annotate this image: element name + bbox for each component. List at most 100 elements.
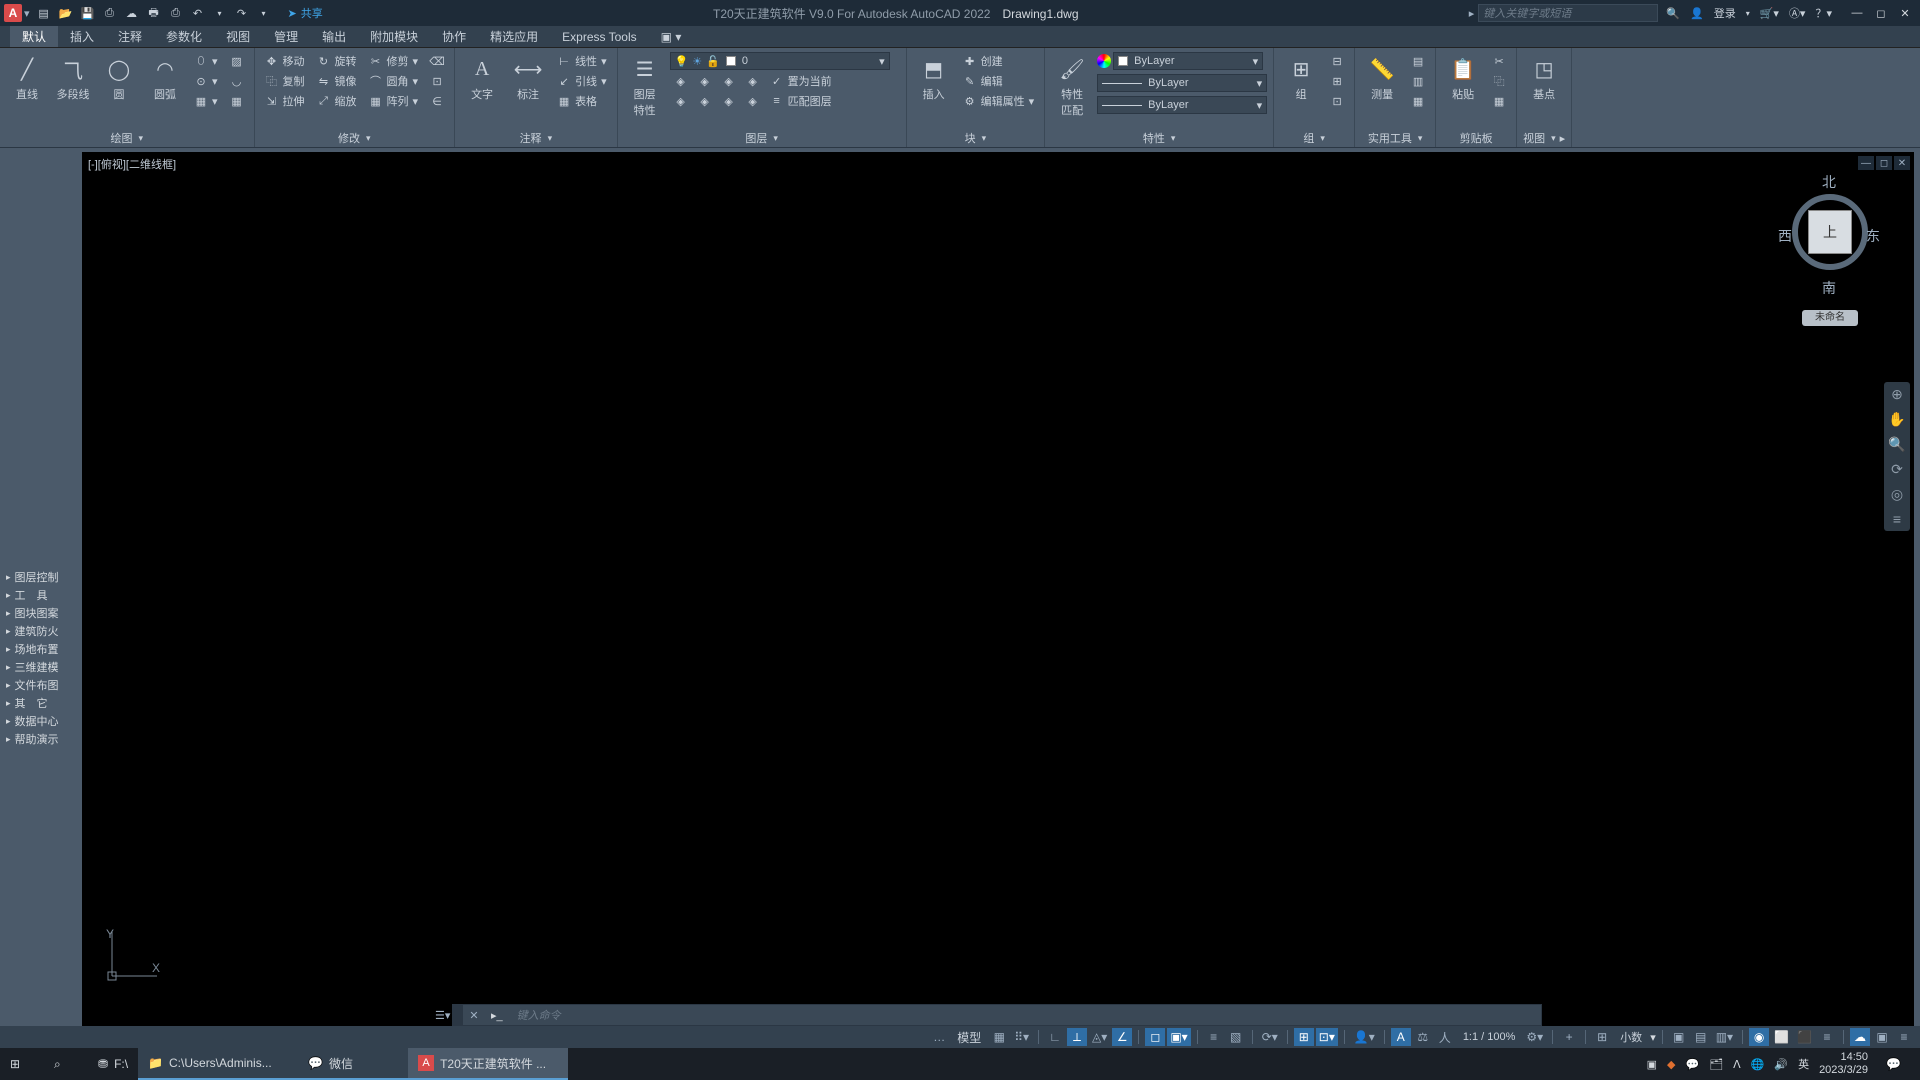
tab-collab[interactable]: 协作: [430, 26, 478, 47]
tree-layer-control[interactable]: 图层控制: [2, 568, 80, 586]
util-2[interactable]: ▥: [1407, 72, 1429, 90]
array-button[interactable]: ▦阵列 ▾: [365, 92, 423, 110]
wechat-task[interactable]: 💬微信: [298, 1048, 408, 1080]
mod-x1[interactable]: ⌫: [426, 52, 448, 70]
cart-icon[interactable]: 🛒▾: [1760, 7, 1779, 20]
status-plus[interactable]: +: [1559, 1028, 1579, 1046]
grp-2[interactable]: ⊞: [1326, 72, 1348, 90]
cmd-close-icon[interactable]: ✕: [463, 1009, 485, 1022]
zoom-icon[interactable]: 🔍: [1888, 436, 1905, 453]
status-model[interactable]: 模型: [951, 1028, 987, 1046]
cmd-recent-icon[interactable]: ☰▾: [435, 1009, 450, 1022]
linetype-combo[interactable]: ByLayer▾: [1097, 96, 1267, 114]
tab-manage[interactable]: 管理: [262, 26, 310, 47]
status-qs3[interactable]: ▥▾: [1713, 1028, 1736, 1046]
status-ws2[interactable]: ⬛: [1794, 1028, 1815, 1046]
command-line[interactable]: ☰▾ ✕ ▸_ 键入命令: [452, 1004, 1542, 1026]
tray-bat-icon[interactable]: 🗂: [1709, 1058, 1723, 1071]
rotate-button[interactable]: ↻旋转: [313, 52, 361, 70]
color-combo[interactable]: ByLayer▾: [1113, 52, 1263, 70]
tab-annotate[interactable]: 注释: [106, 26, 154, 47]
group-button[interactable]: ⊞组: [1280, 50, 1322, 102]
tab-parametric[interactable]: 参数化: [154, 26, 214, 47]
new-icon[interactable]: ▤: [34, 3, 54, 23]
drive-task[interactable]: ⛃F:\: [88, 1048, 138, 1080]
status-custom[interactable]: ▣: [1872, 1028, 1892, 1046]
fillet-button[interactable]: ⌒圆角 ▾: [365, 72, 423, 90]
grp-1[interactable]: ⊟: [1326, 52, 1348, 70]
tree-sheet[interactable]: 文件布图: [2, 676, 80, 694]
layer-s4[interactable]: ◈: [742, 72, 764, 90]
drawing-viewport[interactable]: [-][俯视][二维线框] — ◻ ✕ YX 北 南 东 西 上 未命名 ⊕ ✋…: [82, 152, 1914, 1036]
status-scale2[interactable]: ⚖: [1413, 1028, 1433, 1046]
draw-misc1[interactable]: ⬯▾: [190, 52, 222, 70]
vp-minimize[interactable]: —: [1858, 156, 1874, 170]
tab-addins[interactable]: 附加模块: [358, 26, 430, 47]
layer-s2[interactable]: ◈: [694, 72, 716, 90]
status-hw[interactable]: ◉: [1749, 1028, 1769, 1046]
tab-default[interactable]: 默认: [10, 26, 58, 47]
layerprops-button[interactable]: ☰图层 特性: [624, 50, 666, 118]
mod-x2[interactable]: ⊡: [426, 72, 448, 90]
taskbar-clock[interactable]: 14:50 2023/3/29: [1819, 1051, 1876, 1077]
notif-button[interactable]: 💬: [1876, 1048, 1920, 1080]
draw-misc3[interactable]: ▦▾: [190, 92, 222, 110]
draw-misc4[interactable]: ▨: [226, 52, 248, 70]
layer-combo[interactable]: 💡 ☀ 🔓 0 ▾: [670, 52, 890, 70]
copy-button[interactable]: ⿻复制: [261, 72, 309, 90]
status-trans[interactable]: ▧: [1226, 1028, 1246, 1046]
move-button[interactable]: ✥移动: [261, 52, 309, 70]
util-1[interactable]: ▤: [1407, 52, 1429, 70]
tree-fire[interactable]: 建筑防火: [2, 622, 80, 640]
status-polar[interactable]: ⟂: [1067, 1028, 1087, 1046]
status-more[interactable]: …: [929, 1028, 949, 1046]
draw-misc5[interactable]: ◡: [226, 72, 248, 90]
clip-1[interactable]: ✂: [1488, 52, 1510, 70]
linetype-button[interactable]: ⊢线性 ▾: [553, 52, 611, 70]
start-button[interactable]: ⊞: [0, 1048, 44, 1080]
status-ann2[interactable]: ⊡▾: [1316, 1028, 1338, 1046]
status-otrack[interactable]: ∠: [1112, 1028, 1132, 1046]
text-button[interactable]: A文字: [461, 50, 503, 102]
tab-output[interactable]: 输出: [310, 26, 358, 47]
app-menu-arrow[interactable]: ▾: [24, 7, 30, 20]
autocad-task[interactable]: AT20天正建筑软件 ...: [408, 1048, 568, 1080]
search-icon[interactable]: 🔍: [1666, 7, 1680, 20]
pan-icon[interactable]: ✋: [1888, 411, 1905, 428]
layer-s5[interactable]: ◈: [670, 92, 692, 110]
status-snap[interactable]: ⠿▾: [1011, 1028, 1032, 1046]
print-icon[interactable]: ⎙: [166, 3, 186, 23]
status-ortho[interactable]: ∟: [1045, 1028, 1065, 1046]
tree-site[interactable]: 场地布置: [2, 640, 80, 658]
match-layer-button[interactable]: ≡匹配图层: [766, 92, 836, 110]
login-label[interactable]: 登录: [1714, 5, 1736, 21]
status-qs2[interactable]: ▤: [1691, 1028, 1711, 1046]
close-button[interactable]: ✕: [1894, 2, 1916, 24]
status-gear-icon[interactable]: ⚙▾: [1523, 1028, 1546, 1046]
open-icon[interactable]: 📂: [56, 3, 76, 23]
create-block-button[interactable]: ✚创建: [959, 52, 1039, 70]
insert-button[interactable]: ⬒插入: [913, 50, 955, 102]
orbit-icon[interactable]: ⟳: [1891, 461, 1903, 478]
circle-button[interactable]: ◯圆: [98, 50, 140, 102]
status-lwt[interactable]: ≡: [1204, 1028, 1224, 1046]
web-icon[interactable]: ☁: [122, 3, 142, 23]
help-icon[interactable]: ？▾: [1815, 5, 1832, 21]
arc-button[interactable]: ◠圆弧: [144, 50, 186, 102]
polyline-button[interactable]: ⺄多段线: [52, 50, 94, 102]
tab-extra[interactable]: ▣ ▾: [649, 26, 694, 47]
plot-icon[interactable]: 🖶: [144, 3, 164, 23]
tree-data[interactable]: 数据中心: [2, 712, 80, 730]
edit-block-button[interactable]: ✎编辑: [959, 72, 1039, 90]
stretch-button[interactable]: ⇲拉伸: [261, 92, 309, 110]
viewcube-top[interactable]: 上: [1808, 210, 1852, 254]
edit-attr-button[interactable]: ⚙编辑属性 ▾: [959, 92, 1039, 110]
leader-button[interactable]: ↙引线 ▾: [553, 72, 611, 90]
status-menu[interactable]: ≡: [1894, 1028, 1914, 1046]
mirror-button[interactable]: ⇋镜像: [313, 72, 361, 90]
undo-icon[interactable]: ↶: [188, 3, 208, 23]
tray-ime[interactable]: 英: [1798, 1056, 1809, 1072]
tree-tools[interactable]: 工 具: [2, 586, 80, 604]
color-picker-icon[interactable]: [1097, 52, 1111, 70]
undo-dd[interactable]: ▾: [210, 3, 230, 23]
